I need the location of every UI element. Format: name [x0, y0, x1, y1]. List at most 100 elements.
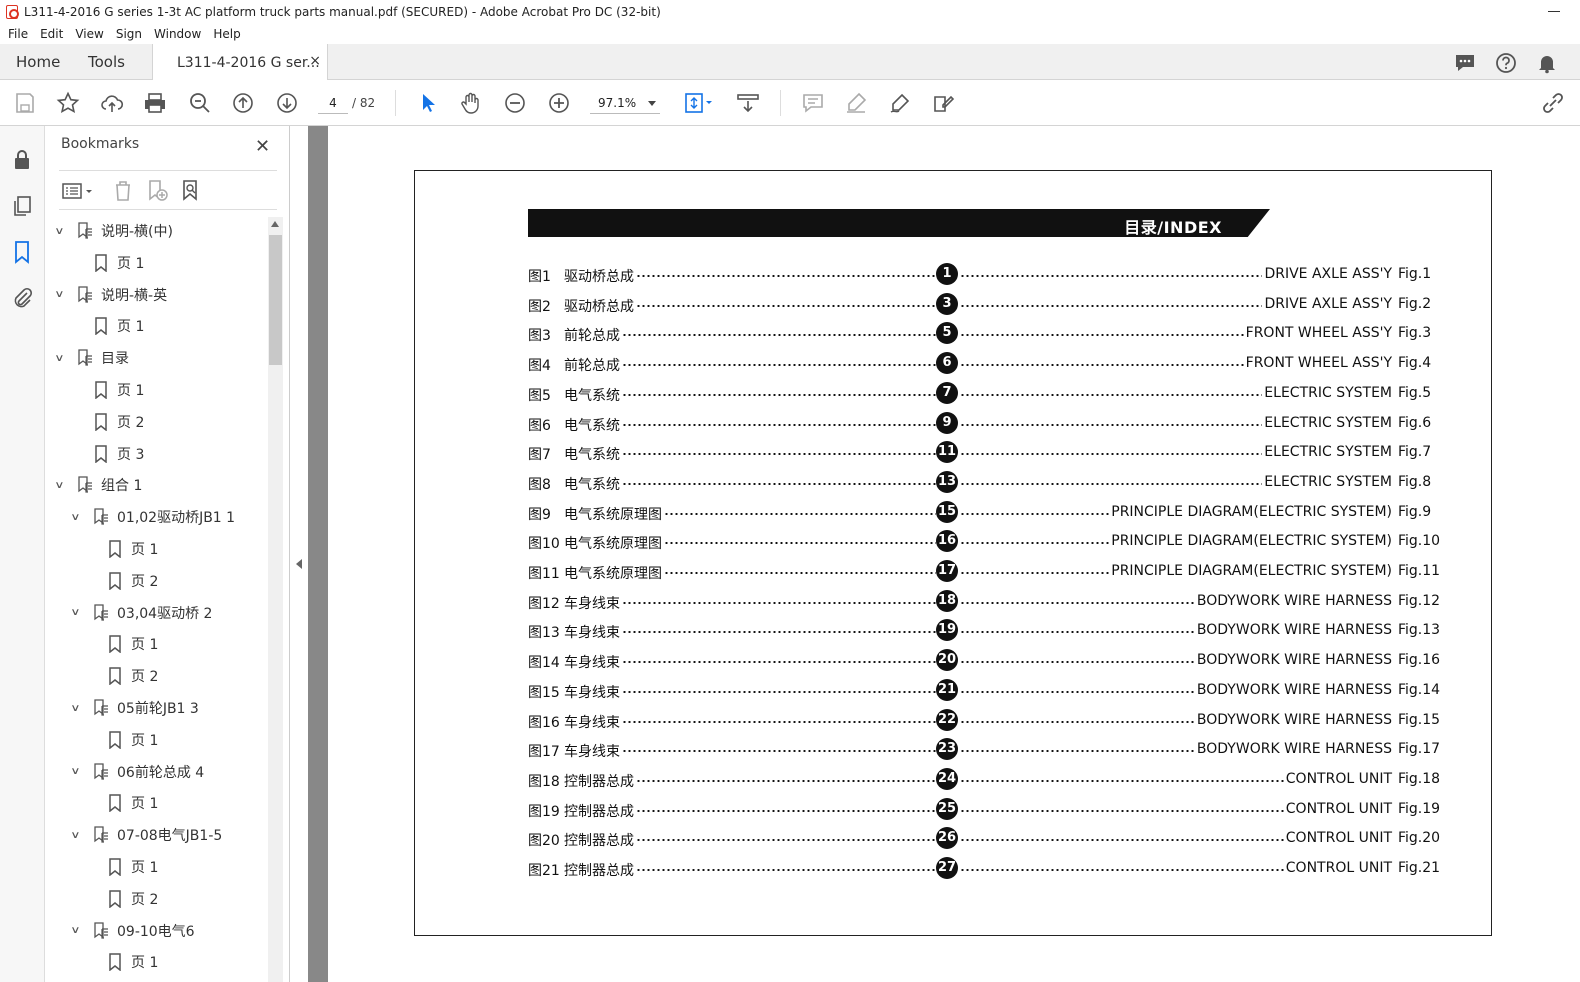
bookmark-page-item[interactable]: 页 2: [93, 407, 144, 437]
attachment-icon[interactable]: [10, 286, 34, 310]
page-number-badge[interactable]: 17: [936, 560, 958, 582]
page-number-badge[interactable]: 23: [936, 738, 958, 761]
page-number-badge[interactable]: 6: [936, 352, 958, 375]
page-number-badge[interactable]: 20: [936, 649, 958, 672]
bookmark-page-item[interactable]: 页 1: [107, 629, 158, 659]
bookmark-group[interactable]: ∨ 说明-横(中): [54, 216, 173, 246]
menu-help[interactable]: Help: [213, 27, 240, 41]
scroll-mode-icon[interactable]: [735, 90, 761, 116]
bookmark-page-item[interactable]: 页 2: [107, 884, 158, 914]
page-number-badge[interactable]: 19: [936, 619, 958, 642]
menu-file[interactable]: File: [8, 27, 28, 41]
page-number-badge[interactable]: 9: [936, 411, 958, 434]
zoom-level-select[interactable]: 97.1%: [590, 92, 660, 114]
page-number-badge[interactable]: 11: [936, 441, 958, 464]
bookmark-group[interactable]: ∨ 07-08电气JB1-5: [70, 820, 222, 850]
page-number-badge[interactable]: 25: [936, 797, 958, 820]
page-number-badge[interactable]: 3: [936, 292, 958, 315]
chevron-down-icon[interactable]: ∨: [54, 480, 74, 491]
scroll-up-icon[interactable]: [271, 221, 279, 227]
bookmark-page-item[interactable]: 页 3: [93, 439, 144, 469]
document-viewer[interactable]: 目录/INDEX 图1 驱动桥总成 1 DRIVE AXLE ASS'Y Fig.1 图2…: [308, 126, 1580, 982]
zoom-in-icon[interactable]: [546, 90, 572, 116]
page-number-input[interactable]: 4: [318, 92, 348, 114]
bookmark-page-item[interactable]: 页 1: [107, 534, 158, 564]
tab-home[interactable]: Home: [16, 44, 60, 80]
new-bookmark-icon[interactable]: [145, 179, 169, 203]
tab-document[interactable]: L311-4-2016 G ser... ×: [152, 44, 328, 81]
bookmark-options-icon[interactable]: [61, 179, 95, 203]
bookmark-group[interactable]: ∨ 06前轮总成 4: [70, 757, 204, 787]
bookmark-page-item[interactable]: 页 2: [107, 566, 158, 596]
share-link-icon[interactable]: [1540, 90, 1566, 116]
add-comment-icon[interactable]: [800, 90, 826, 116]
fill-sign-icon[interactable]: [930, 90, 956, 116]
page-number-badge[interactable]: 22: [936, 708, 958, 731]
lock-icon[interactable]: [10, 148, 34, 172]
upload-cloud-icon[interactable]: [99, 90, 125, 116]
minimize-icon[interactable]: [1548, 11, 1560, 12]
fit-page-icon[interactable]: [682, 90, 716, 116]
close-tab-icon[interactable]: ×: [309, 53, 321, 69]
chevron-down-icon[interactable]: ∨: [70, 512, 90, 523]
page-number-badge[interactable]: 18: [936, 589, 958, 612]
chevron-down-icon[interactable]: ∨: [70, 766, 90, 777]
page-number-badge[interactable]: 1: [936, 263, 958, 285]
find-bookmark-icon[interactable]: [179, 179, 203, 203]
bookmark-page-item[interactable]: 页 1: [107, 725, 158, 755]
chevron-down-icon[interactable]: ∨: [54, 289, 74, 300]
chevron-down-icon[interactable]: ∨: [70, 607, 90, 618]
bookmark-page-item[interactable]: 页 1: [107, 852, 158, 882]
bookmark-page-item[interactable]: 页 1: [93, 375, 144, 405]
bookmark-panel-icon[interactable]: [10, 240, 34, 264]
bookmark-group[interactable]: ∨ 01,02驱动桥JB1 1: [70, 502, 235, 532]
chevron-down-icon[interactable]: ∨: [70, 925, 90, 936]
delete-bookmark-icon[interactable]: [111, 179, 135, 203]
previous-page-icon[interactable]: [230, 90, 256, 116]
page-number-badge[interactable]: 7: [936, 381, 958, 404]
bookmark-group[interactable]: ∨ 05前轮JB1 3: [70, 693, 199, 723]
page-number-badge[interactable]: 5: [936, 322, 958, 345]
bookmarks-scrollbar[interactable]: [268, 217, 283, 982]
bookmark-page-item[interactable]: 页 1: [93, 248, 144, 278]
star-icon[interactable]: [55, 90, 81, 116]
menu-view[interactable]: View: [75, 27, 103, 41]
sign-pen-icon[interactable]: [887, 90, 913, 116]
scrollbar-thumb[interactable]: [269, 235, 282, 365]
bell-icon[interactable]: [1536, 52, 1558, 74]
close-panel-icon[interactable]: ✕: [255, 136, 270, 157]
tab-tools[interactable]: Tools: [88, 44, 125, 80]
save-icon[interactable]: [12, 90, 38, 116]
page-number-badge[interactable]: 21: [936, 678, 958, 701]
page-number-badge[interactable]: 24: [936, 767, 958, 790]
collapse-panel-handle[interactable]: [290, 126, 308, 982]
chevron-down-icon[interactable]: ∨: [54, 353, 74, 364]
chevron-down-icon[interactable]: ∨: [70, 703, 90, 714]
page-number-badge[interactable]: 13: [936, 470, 958, 493]
hand-tool-icon[interactable]: [458, 90, 484, 116]
print-icon[interactable]: [142, 90, 168, 116]
bookmark-group[interactable]: ∨ 组合 1: [54, 470, 142, 500]
collapse-left-icon[interactable]: [296, 559, 302, 569]
menu-sign[interactable]: Sign: [116, 27, 142, 41]
menu-window[interactable]: Window: [154, 27, 201, 41]
comment-icon[interactable]: [1454, 52, 1476, 74]
bookmark-group[interactable]: ∨ 03,04驱动桥 2: [70, 598, 212, 628]
bookmark-page-item[interactable]: 页 1: [107, 947, 158, 977]
page-number-badge[interactable]: 16: [936, 530, 958, 553]
page-number-badge[interactable]: 26: [936, 827, 958, 850]
bookmark-group[interactable]: ∨ 09-10电气6: [70, 916, 195, 946]
bookmark-page-item[interactable]: 页 2: [107, 661, 158, 691]
page-number-badge[interactable]: 15: [936, 500, 958, 523]
page-thumbnails-icon[interactable]: [10, 194, 34, 218]
menu-edit[interactable]: Edit: [40, 27, 63, 41]
highlight-icon[interactable]: [843, 90, 869, 116]
zoom-out-search-icon[interactable]: [187, 90, 213, 116]
bookmark-group[interactable]: ∨ 目录: [54, 343, 129, 373]
help-icon[interactable]: [1495, 52, 1517, 74]
bookmark-page-item[interactable]: 页 1: [93, 311, 144, 341]
bookmark-page-item[interactable]: 页 1: [107, 788, 158, 818]
bookmark-group[interactable]: ∨ 说明-横-英: [54, 280, 167, 310]
select-cursor-icon[interactable]: [415, 90, 441, 116]
chevron-down-icon[interactable]: ∨: [70, 830, 90, 841]
